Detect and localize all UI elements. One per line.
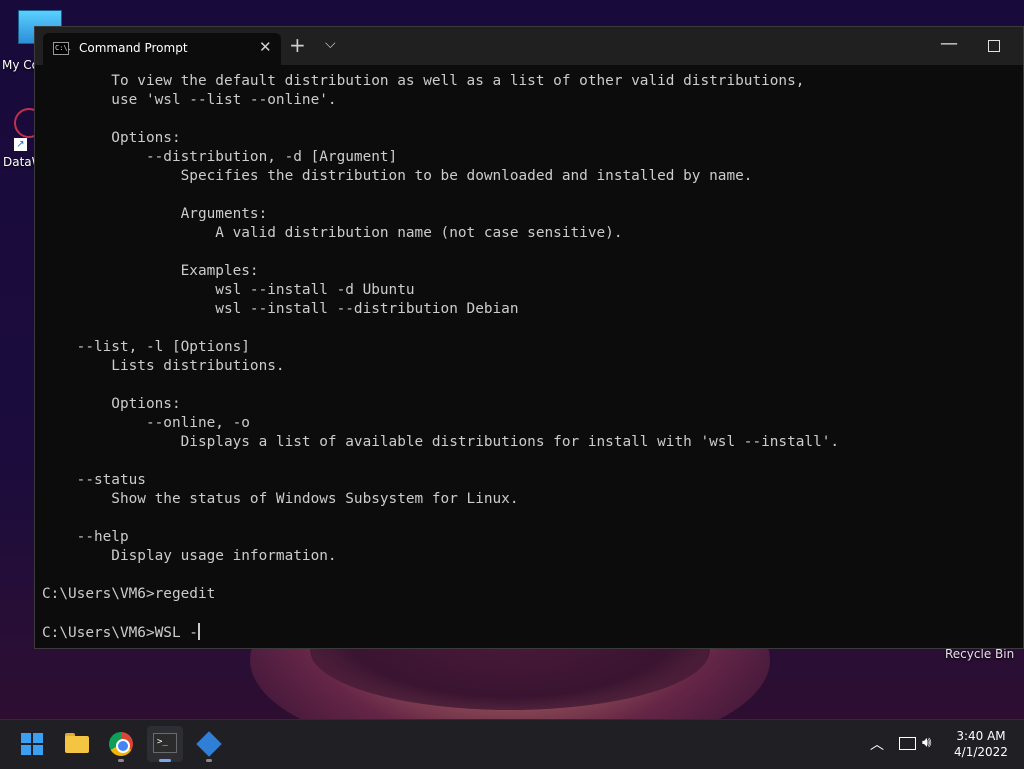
chevron-up-icon[interactable]: ︿ (870, 734, 884, 754)
datawarrior-icon (196, 731, 222, 757)
console-line: Arguments: (42, 206, 268, 222)
folder-icon-body (65, 736, 89, 753)
console-line: --online, -o (42, 415, 250, 431)
running-indicator (118, 759, 124, 762)
console-line: --status (42, 472, 146, 488)
running-indicator (206, 759, 212, 762)
taskbar-terminal[interactable]: >_ (147, 726, 183, 762)
maximize-button[interactable] (988, 40, 1000, 52)
close-tab-icon[interactable]: ✕ (259, 38, 272, 56)
console-line: wsl --install --distribution Debian (42, 301, 519, 317)
tab-command-prompt[interactable]: C:\. Command Prompt ✕ (43, 33, 281, 65)
start-button[interactable] (14, 726, 50, 762)
text-cursor (197, 623, 200, 640)
console-line: C:\Users\VM6>regedit (42, 586, 216, 602)
active-indicator (159, 759, 171, 762)
new-tab-button[interactable]: + (289, 34, 306, 56)
chrome-icon-center (116, 739, 130, 753)
shortcut-arrow-icon: ↗ (14, 138, 27, 151)
console-line: --list, -l [Options] (42, 339, 250, 355)
taskbar-chrome[interactable] (103, 726, 139, 762)
title-bar[interactable]: C:\. Command Prompt ✕ + ⌵ — (35, 27, 1023, 65)
terminal-window[interactable]: C:\. Command Prompt ✕ + ⌵ — To view the … (34, 26, 1024, 649)
console-output[interactable]: To view the default distribution as well… (42, 72, 1017, 642)
console-line: A valid distribution name (not case sens… (42, 225, 623, 241)
taskbar: >_ ︿ 🔊︎ 3:40 AM 4/1/2022 (0, 719, 1024, 769)
console-line: Specifies the distribution to be downloa… (42, 168, 753, 184)
clock-date: 4/1/2022 (954, 745, 1008, 759)
recycle-bin-label[interactable]: Recycle Bin (945, 647, 1014, 661)
console-line: Show the status of Windows Subsystem for… (42, 491, 519, 507)
console-line: Options: (42, 130, 181, 146)
console-line: Options: (42, 396, 181, 412)
console-line: --distribution, -d [Argument] (42, 149, 398, 165)
minimize-button[interactable]: — (939, 33, 959, 54)
console-line: use 'wsl --list --online'. (42, 92, 337, 108)
tab-title: Command Prompt (79, 41, 188, 55)
volume-icon[interactable]: 🔊︎ (922, 733, 931, 751)
console-line: To view the default distribution as well… (42, 73, 805, 89)
clock-time: 3:40 AM (956, 729, 1006, 743)
chevron-down-icon[interactable]: ⌵ (325, 36, 336, 52)
network-icon[interactable] (899, 737, 916, 750)
console-line: Displays a list of available distributio… (42, 434, 840, 450)
command-prompt-icon: C:\. (53, 42, 72, 55)
console-line: Examples: (42, 263, 259, 279)
console-line: wsl --install -d Ubuntu (42, 282, 415, 298)
console-line: Lists distributions. (42, 358, 285, 374)
taskbar-datawarrior[interactable] (191, 726, 227, 762)
console-line: --help (42, 529, 129, 545)
console-line: Display usage information. (42, 548, 337, 564)
terminal-icon: >_ (153, 733, 177, 753)
clock[interactable]: 3:40 AM 4/1/2022 (948, 728, 1014, 760)
command-input[interactable]: C:\Users\VM6>WSL - (42, 625, 198, 641)
taskbar-file-explorer[interactable] (59, 726, 95, 762)
